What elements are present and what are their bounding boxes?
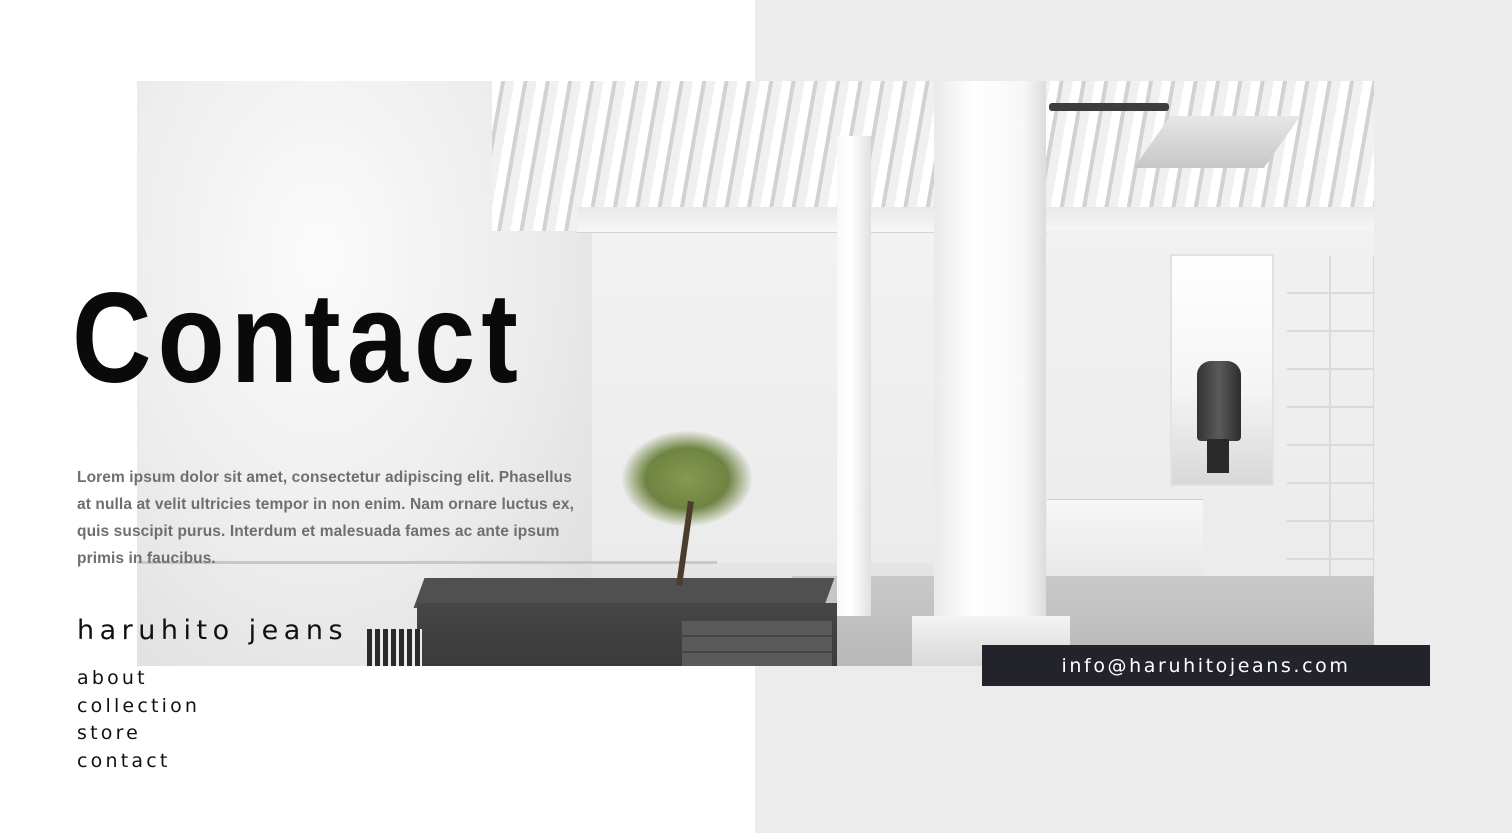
photo-duct: [1049, 103, 1169, 111]
photo-steps: [682, 621, 832, 666]
nav-item-collection[interactable]: collection: [77, 693, 200, 721]
nav-item-contact[interactable]: contact: [77, 748, 200, 776]
email-bar[interactable]: info@haruhitojeans.com: [982, 645, 1430, 686]
page-title: Contact: [72, 267, 524, 410]
main-nav: about collection store contact: [77, 665, 200, 775]
photo-mannequin-legs: [1207, 439, 1229, 473]
brand-name[interactable]: haruhito jeans: [77, 615, 348, 646]
photo-clothes-hangers: [367, 629, 422, 666]
email-link[interactable]: info@haruhitojeans.com: [1062, 655, 1351, 677]
page-description: Lorem ipsum dolor sit amet, consectetur …: [77, 469, 574, 567]
photo-pipe: [837, 136, 871, 616]
nav-item-store[interactable]: store: [77, 720, 200, 748]
nav-item-about[interactable]: about: [77, 665, 200, 693]
photo-mannequin: [1197, 361, 1241, 441]
photo-rack: [1287, 256, 1374, 616]
photo-column: [934, 81, 1046, 641]
